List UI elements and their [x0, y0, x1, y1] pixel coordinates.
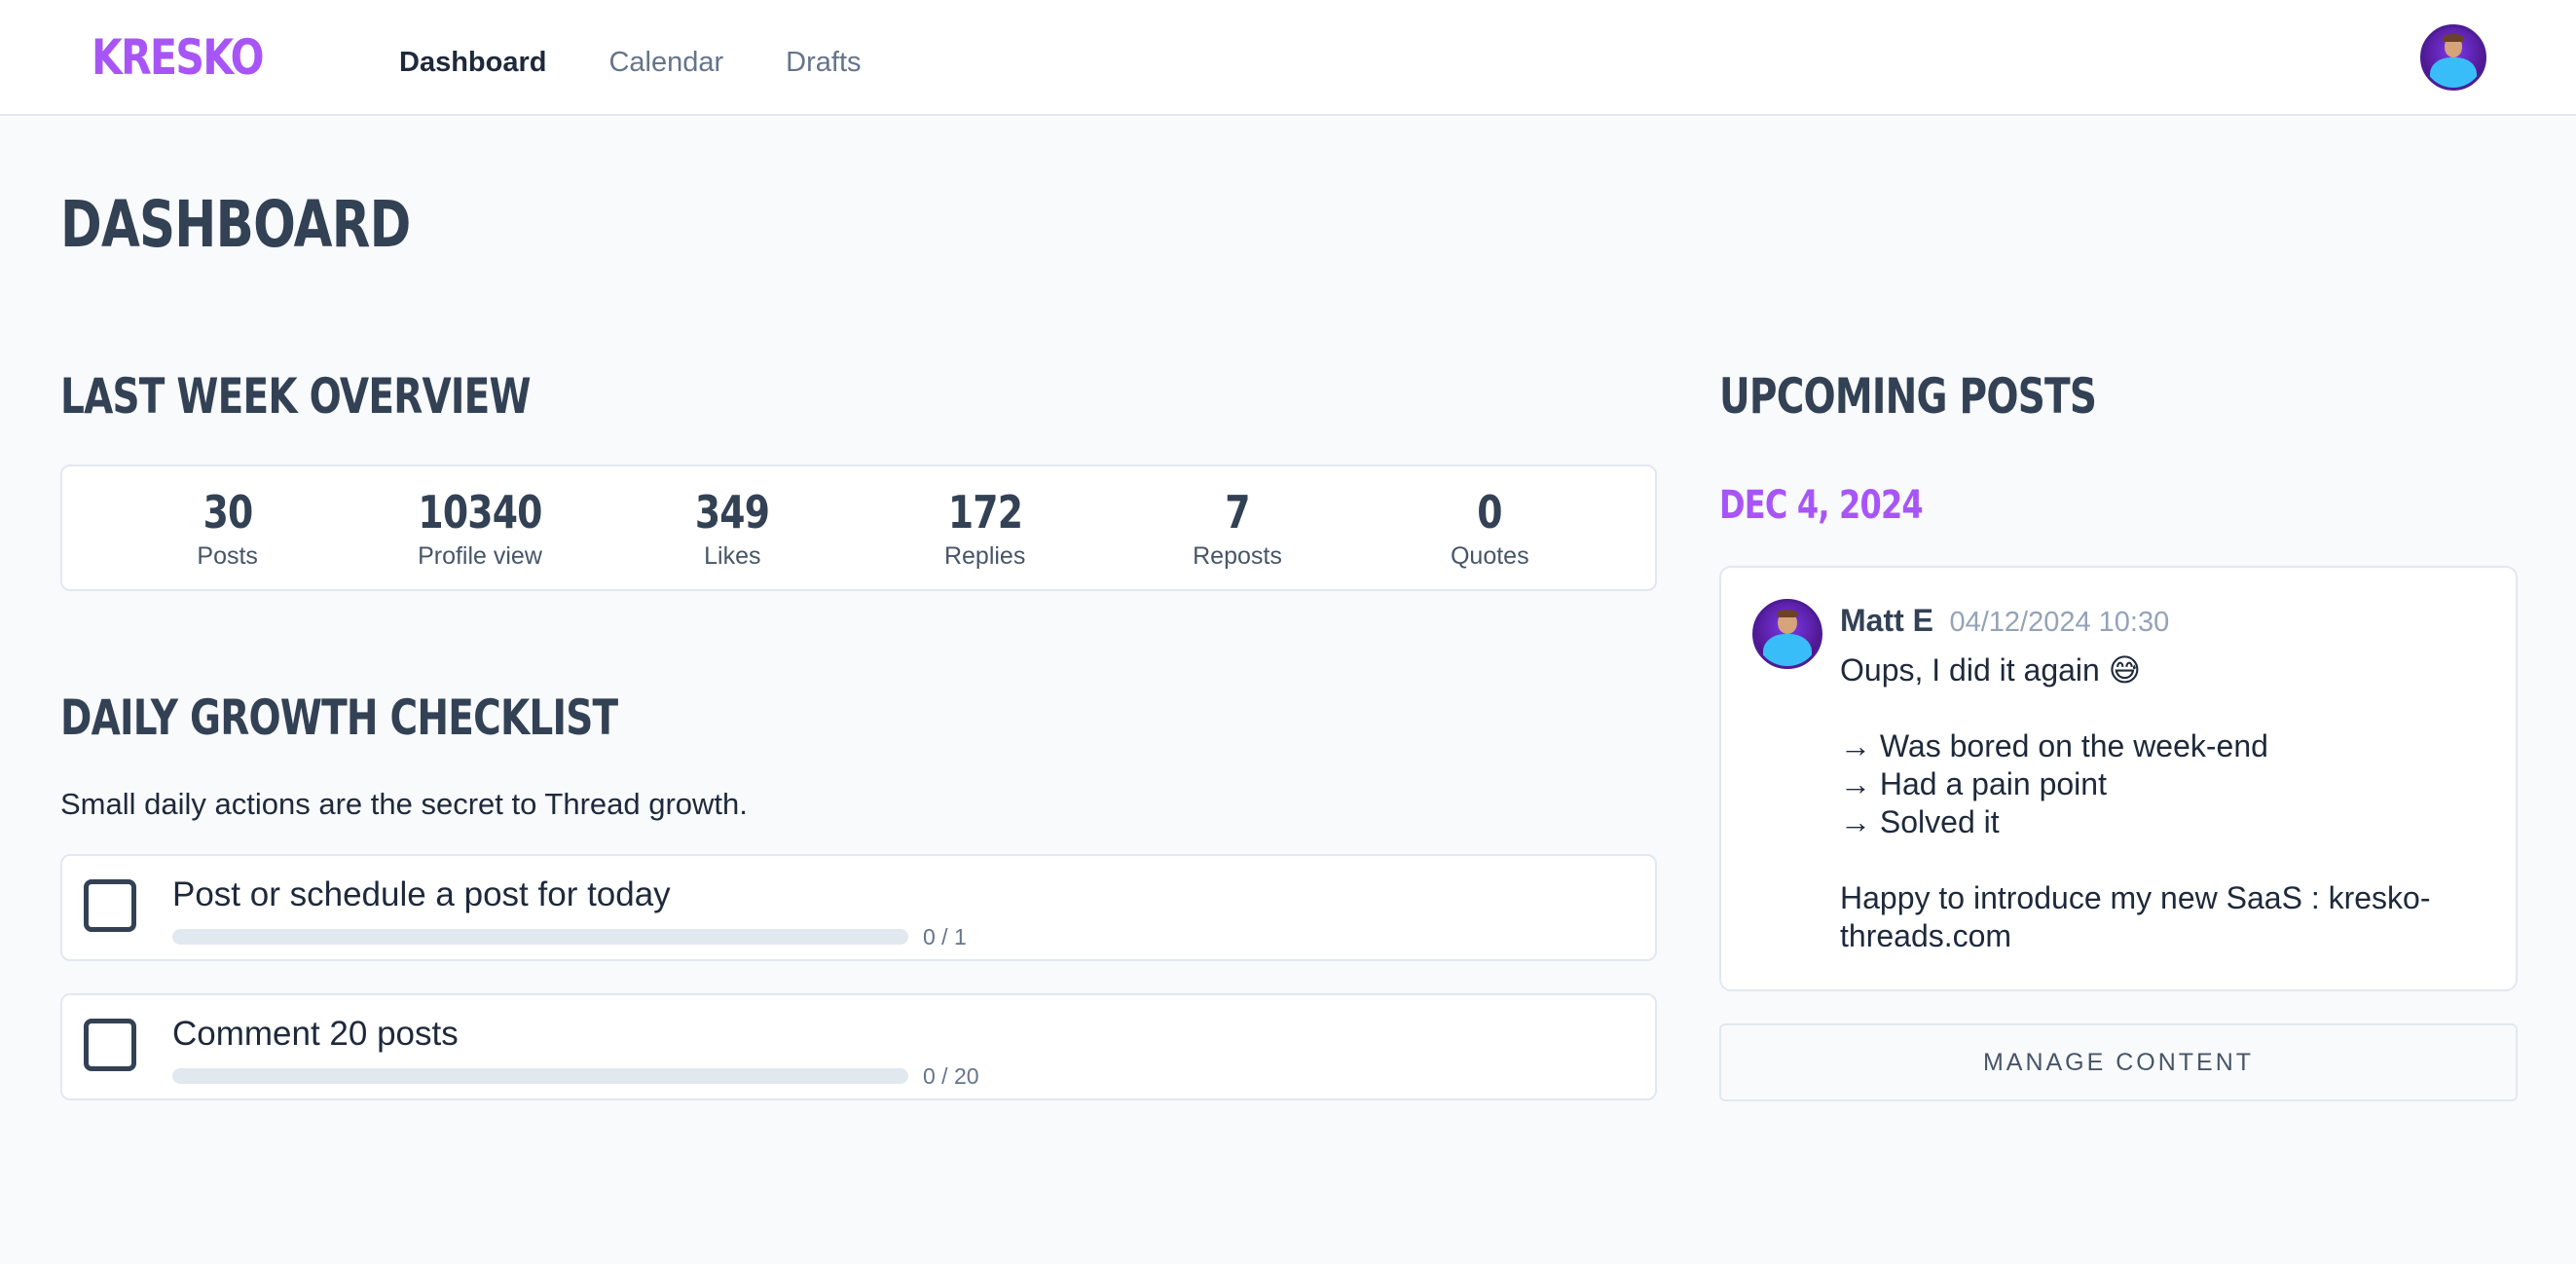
stat-profile-view: 10340 Profile view [363, 486, 597, 571]
post-author: Matt E [1840, 603, 1933, 638]
stat-value: 349 [695, 485, 770, 539]
avatar-image [1755, 602, 1820, 666]
stat-value: 172 [947, 485, 1022, 539]
stat-value: 0 [1477, 485, 1503, 539]
stats-card: 30 Posts 10340 Profile view 349 Likes 17… [60, 465, 1657, 591]
post-line: → Was bored on the week-end [1840, 728, 2268, 763]
stat-label: Posts [197, 541, 258, 570]
checklist-title: DAILY GROWTH CHECKLIST [60, 689, 618, 746]
stat-value: 7 [1225, 485, 1250, 539]
nav-drafts[interactable]: Drafts [786, 47, 861, 79]
stat-label: Profile view [418, 541, 542, 570]
post-line: → Solved it [1840, 804, 2000, 839]
progress-bar [172, 1068, 908, 1084]
main-nav: Dashboard Calendar Drafts [399, 47, 924, 79]
stat-value: 30 [202, 485, 253, 539]
post-line: → Had a pain point [1840, 766, 2107, 801]
kresko-logo[interactable]: KRESKO [92, 29, 264, 86]
nav-calendar[interactable]: Calendar [608, 47, 723, 79]
checkbox[interactable] [84, 879, 136, 932]
checklist-item[interactable]: Comment 20 posts 0 / 20 [60, 993, 1657, 1100]
post-content: Oups, I did it again 😅 → Was bored on th… [1840, 651, 2483, 955]
stat-label: Reposts [1193, 541, 1282, 570]
upcoming-title: UPCOMING POSTS [1719, 368, 2097, 425]
manage-content-button[interactable]: MANAGE CONTENT [1719, 1023, 2518, 1101]
progress-bar [172, 929, 908, 945]
upcoming-post-card[interactable]: Matt E 04/12/2024 10:30 Oups, I did it a… [1719, 566, 2518, 991]
stat-value: 10340 [418, 485, 542, 539]
progress-count: 0 / 1 [923, 924, 967, 949]
checklist-description: Small daily actions are the secret to Th… [60, 787, 748, 821]
stat-label: Replies [943, 541, 1026, 570]
author-avatar [1752, 599, 1822, 669]
post-line: Oups, I did it again 😅 [1840, 652, 2142, 688]
overview-title: LAST WEEK OVERVIEW [60, 368, 531, 425]
checklist-item-label: Post or schedule a post for today [172, 875, 671, 913]
user-avatar[interactable] [2420, 24, 2486, 91]
stat-reposts: 7 Reposts [1121, 486, 1354, 571]
stat-likes: 349 Likes [615, 486, 849, 571]
stat-quotes: 0 Quotes [1373, 486, 1606, 571]
avatar-image [2423, 27, 2484, 88]
page-title: DASHBOARD [60, 187, 411, 262]
stat-replies: 172 Replies [868, 486, 1102, 571]
checklist-item[interactable]: Post or schedule a post for today 0 / 1 [60, 854, 1657, 961]
top-bar: KRESKO Dashboard Calendar Drafts [0, 0, 2576, 116]
checkbox[interactable] [84, 1019, 136, 1071]
post-timestamp: 04/12/2024 10:30 [1949, 607, 2170, 638]
nav-dashboard[interactable]: Dashboard [399, 47, 546, 79]
checklist-item-label: Comment 20 posts [172, 1015, 459, 1053]
post-date-heading: DEC 4, 2024 [1719, 483, 1924, 528]
progress-count: 0 / 20 [923, 1063, 979, 1089]
post-line: Happy to introduce my new SaaS : kresko-… [1840, 880, 2431, 953]
post-header: Matt E 04/12/2024 10:30 [1840, 603, 2169, 639]
stat-posts: 30 Posts [111, 486, 345, 571]
stat-label: Quotes [1450, 541, 1529, 570]
stat-label: Likes [704, 541, 761, 570]
